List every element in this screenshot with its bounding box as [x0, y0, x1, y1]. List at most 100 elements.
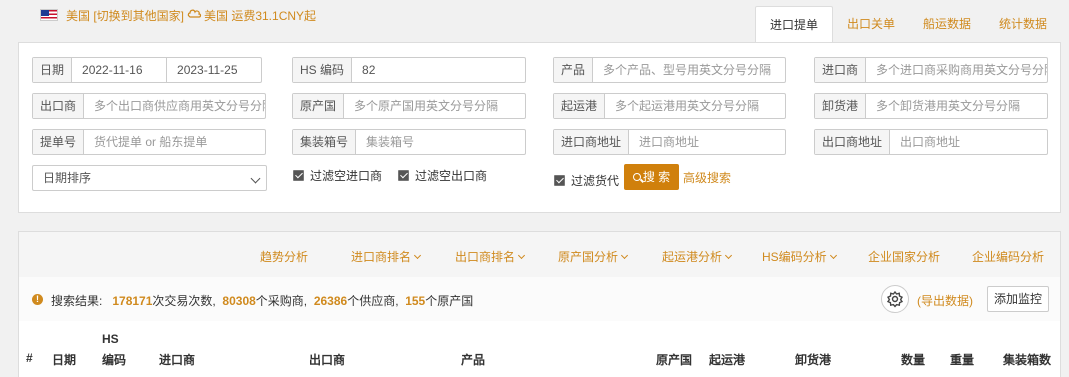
bill-number-field: 提单号 货代提单 or 船东提单	[32, 129, 266, 155]
importer-address-label: 进口商地址	[554, 130, 630, 154]
analysis-importer-rank[interactable]: 进口商排名	[351, 248, 422, 265]
gear-icon	[886, 290, 904, 308]
tab-export-declaration[interactable]: 出口关单	[833, 6, 909, 42]
sort-select-value: 日期排序	[43, 171, 92, 185]
date-end-input[interactable]: 2023-11-25	[166, 58, 261, 82]
hs-code-label: HS 编码	[293, 58, 353, 82]
country-switch-link[interactable]: 美国 [切换到其他国家]	[66, 7, 184, 24]
exporter-field: 出口商 多个出口商供应商用英文分号分隔	[32, 93, 266, 119]
transaction-count: 178171	[112, 294, 153, 308]
product-field: 产品 多个产品、型号用英文分号分隔	[553, 57, 786, 83]
departure-port-label: 起运港	[554, 94, 606, 118]
exporter-address-label: 出口商地址	[815, 130, 891, 154]
advanced-search-link[interactable]: 高级搜索	[683, 169, 731, 186]
caret-down-icon	[620, 251, 629, 260]
col-index: #	[26, 351, 33, 365]
caret-down-icon	[517, 251, 526, 260]
col-containers[interactable]: 集装箱数	[1003, 351, 1051, 368]
exporter-input[interactable]: 多个出口商供应商用英文分号分隔	[84, 94, 265, 118]
export-data-link[interactable]: (导出数据)	[917, 292, 973, 309]
us-flag-icon	[40, 9, 58, 21]
top-bar: 美国 [切换到其他国家] 美国 运费31.1CNY起 进口提单 出口关单 船运数…	[0, 0, 1069, 42]
supplier-count: 26386	[313, 294, 348, 308]
exporter-address-field: 出口商地址 出口商地址	[814, 129, 1048, 155]
bill-number-input[interactable]: 货代提单 or 船东提单	[84, 130, 265, 154]
exporter-address-input[interactable]: 出口商地址	[890, 130, 1047, 154]
importer-field: 进口商 多个进口商采购商用英文分号分隔	[814, 57, 1048, 83]
search-summary: ! 搜索结果: 178171次交易次数, 80308个采购商, 26386个供应…	[19, 277, 1060, 321]
date-range-field: 日期 2022-11-16 2023-11-25	[32, 57, 262, 83]
column-settings-button[interactable]	[881, 285, 909, 313]
analysis-origin-country[interactable]: 原产国分析	[558, 248, 629, 265]
col-importer[interactable]: 进口商	[159, 351, 195, 368]
info-icon: !	[32, 294, 43, 305]
hs-code-input[interactable]: 82	[352, 58, 525, 82]
origin-country-input[interactable]: 多个原产国用英文分号分隔	[344, 94, 525, 118]
tab-shipping-data[interactable]: 船运数据	[909, 6, 985, 42]
tab-statistics[interactable]: 统计数据	[985, 6, 1061, 42]
analysis-hs-code[interactable]: HS编码分析	[762, 248, 837, 265]
hs-code-field: HS 编码 82	[292, 57, 526, 83]
departure-port-input[interactable]: 多个起运港用英文分号分隔	[605, 94, 785, 118]
search-button[interactable]: 搜 索	[624, 164, 679, 190]
discharge-port-input[interactable]: 多个卸货港用英文分号分隔	[866, 94, 1047, 118]
filter-empty-exporter-checkbox[interactable]: 过滤空出口商	[398, 167, 487, 184]
search-button-label: 搜 索	[642, 170, 671, 184]
filter-empty-importer-label: 过滤空进口商	[310, 169, 383, 183]
checkbox-checked-icon	[293, 170, 304, 181]
analysis-company-code[interactable]: 企业编码分析	[972, 248, 1044, 265]
col-quantity[interactable]: 数量	[901, 351, 925, 368]
col-hs-line2[interactable]: 编码	[102, 351, 126, 368]
departure-port-field: 起运港 多个起运港用英文分号分隔	[553, 93, 786, 119]
origin-country-field: 原产国 多个原产国用英文分号分隔	[292, 93, 526, 119]
col-exporter[interactable]: 出口商	[309, 351, 345, 368]
caret-down-icon	[724, 251, 733, 260]
discharge-port-label: 卸货港	[815, 94, 867, 118]
filter-empty-importer-checkbox[interactable]: 过滤空进口商	[293, 167, 382, 184]
analysis-bar: 趋势分析 进口商排名 出口商排名 原产国分析 起运港分析 HS编码分析 企业国家…	[19, 232, 1060, 277]
caret-down-icon	[829, 251, 837, 260]
col-discharge-port[interactable]: 卸货港	[795, 351, 831, 368]
filter-forwarder-checkbox[interactable]: 过滤货代	[554, 172, 619, 189]
search-panel: 日期 2022-11-16 2023-11-25 HS 编码 82 产品 多个产…	[18, 42, 1061, 213]
importer-input[interactable]: 多个进口商采购商用英文分号分隔	[866, 58, 1047, 82]
analysis-trend[interactable]: 趋势分析	[260, 248, 308, 265]
importer-address-input[interactable]: 进口商地址	[629, 130, 785, 154]
search-icon	[632, 173, 641, 181]
freight-link[interactable]: 美国 运费31.1CNY起	[204, 7, 316, 24]
data-type-tabs: 进口提单 出口关单 船运数据 统计数据	[754, 6, 1061, 42]
importer-label: 进口商	[815, 58, 867, 82]
col-origin[interactable]: 原产国	[656, 351, 692, 368]
product-input[interactable]: 多个产品、型号用英文分号分隔	[593, 58, 785, 82]
col-product[interactable]: 产品	[461, 351, 485, 368]
tab-import-bill[interactable]: 进口提单	[754, 6, 833, 42]
analysis-departure-port[interactable]: 起运港分析	[662, 248, 733, 265]
importer-address-field: 进口商地址 进口商地址	[553, 129, 786, 155]
chevron-down-icon	[250, 173, 261, 184]
table-header: # 日期 HS 编码 进口商 出口商 产品 原产国 起运港 卸货港 数量 重量 …	[19, 321, 1060, 377]
discharge-port-field: 卸货港 多个卸货港用英文分号分隔	[814, 93, 1048, 119]
add-monitor-button[interactable]: 添加监控	[987, 286, 1049, 312]
col-weight[interactable]: 重量	[950, 351, 974, 368]
origin-count: 155	[405, 294, 426, 308]
col-departure-port[interactable]: 起运港	[709, 351, 745, 368]
container-number-input[interactable]: 集装箱号	[356, 130, 525, 154]
exporter-label: 出口商	[33, 94, 85, 118]
checkbox-checked-icon	[398, 170, 409, 181]
summary-text: 搜索结果: 178171次交易次数, 80308个采购商, 26386个供应商,…	[51, 294, 474, 308]
container-number-label: 集装箱号	[293, 130, 357, 154]
filter-empty-exporter-label: 过滤空出口商	[415, 169, 488, 183]
cloud-ship-icon	[187, 9, 202, 18]
buyer-count: 80308	[222, 294, 256, 308]
sort-select[interactable]: 日期排序	[32, 165, 267, 191]
filter-forwarder-label: 过滤货代	[571, 174, 620, 188]
col-hs-line1[interactable]: HS	[102, 332, 119, 346]
result-panel: 趋势分析 进口商排名 出口商排名 原产国分析 起运港分析 HS编码分析 企业国家…	[18, 231, 1061, 377]
analysis-exporter-rank[interactable]: 出口商排名	[455, 248, 526, 265]
checkbox-checked-icon	[554, 175, 565, 186]
analysis-company-country[interactable]: 企业国家分析	[868, 248, 940, 265]
col-date[interactable]: 日期	[52, 351, 76, 368]
date-start-input[interactable]: 2022-11-16	[72, 58, 166, 82]
origin-country-label: 原产国	[293, 94, 345, 118]
product-label: 产品	[554, 58, 594, 82]
